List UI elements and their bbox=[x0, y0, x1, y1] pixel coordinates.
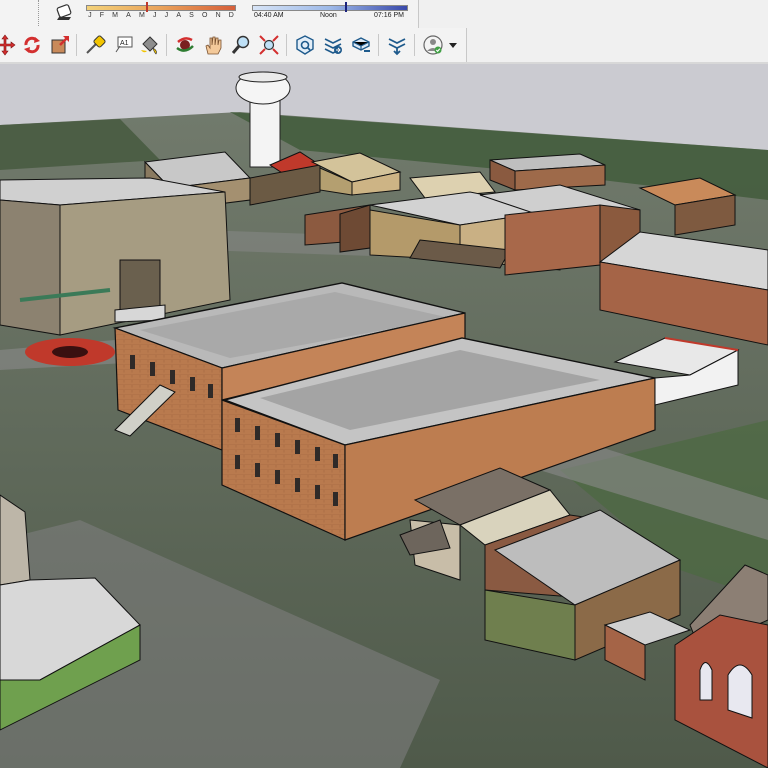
text-button[interactable]: A1 bbox=[110, 33, 136, 57]
month-label: J bbox=[153, 12, 157, 19]
extension-warehouse-icon bbox=[388, 38, 406, 56]
main-toolbar: A1 bbox=[0, 28, 467, 63]
zoom-extents-icon bbox=[259, 35, 279, 55]
building-background-center[interactable] bbox=[489, 153, 606, 191]
time-end-label: 07:16 PM bbox=[374, 12, 404, 19]
month-labels: J F M A M J J A S O N D bbox=[84, 12, 238, 19]
account-dropdown[interactable] bbox=[446, 33, 460, 57]
orbit-icon bbox=[176, 37, 194, 52]
month-label: F bbox=[99, 12, 105, 19]
extension-warehouse-button[interactable] bbox=[384, 33, 410, 57]
month-label: J bbox=[164, 12, 169, 19]
zoom-icon bbox=[231, 35, 250, 54]
time-slider[interactable]: 04:40 AM Noon 07:16 PM bbox=[250, 2, 410, 24]
get-models-icon bbox=[352, 37, 370, 52]
orbit-button[interactable] bbox=[172, 33, 198, 57]
town-model-scene[interactable] bbox=[0, 64, 768, 768]
warehouse-icon bbox=[296, 35, 314, 55]
scale-button[interactable] bbox=[47, 33, 73, 57]
date-slider-track[interactable] bbox=[86, 5, 236, 11]
time-slider-thumb[interactable] bbox=[345, 2, 347, 12]
month-label: M bbox=[139, 12, 145, 19]
time-noon-label: Noon bbox=[320, 12, 337, 19]
display-shadows-button[interactable] bbox=[53, 1, 77, 23]
move-icon bbox=[0, 34, 16, 56]
toolbar-separator bbox=[414, 34, 415, 56]
month-label: D bbox=[228, 12, 234, 19]
date-slider-thumb[interactable] bbox=[146, 2, 148, 12]
month-label: M bbox=[112, 12, 119, 19]
month-label: S bbox=[189, 12, 194, 19]
shadows-toolbar: J F M A M J J A S O N D 04:40 AM Noon 07… bbox=[0, 0, 419, 29]
warehouse-button[interactable] bbox=[292, 33, 318, 57]
tape-measure-icon bbox=[86, 35, 106, 54]
rotate-icon bbox=[24, 36, 40, 54]
pan-button[interactable] bbox=[200, 33, 226, 57]
toolbar-grip[interactable] bbox=[38, 0, 43, 26]
tape-measure-button[interactable] bbox=[82, 33, 108, 57]
month-label: A bbox=[126, 12, 131, 19]
date-slider[interactable]: J F M A M J J A S O N D bbox=[84, 2, 238, 24]
month-label: J bbox=[88, 12, 92, 19]
toolbar-separator bbox=[76, 34, 77, 56]
text-icon: A1 bbox=[115, 36, 133, 53]
share-model-button[interactable] bbox=[320, 33, 346, 57]
month-label: A bbox=[176, 12, 181, 19]
toolbar-separator bbox=[166, 34, 167, 56]
toolbar-separator bbox=[378, 34, 379, 56]
share-model-icon bbox=[324, 38, 342, 54]
map-marker-center bbox=[52, 346, 88, 358]
time-slider-track[interactable] bbox=[252, 5, 408, 11]
scale-icon bbox=[51, 36, 69, 54]
shadow-toggle-icon bbox=[56, 4, 72, 20]
rotate-button[interactable] bbox=[19, 33, 45, 57]
get-models-button[interactable] bbox=[348, 33, 374, 57]
zoom-extents-button[interactable] bbox=[256, 33, 282, 57]
toolbar-separator bbox=[286, 34, 287, 56]
user-account-icon bbox=[423, 35, 443, 55]
move-button[interactable] bbox=[0, 33, 18, 57]
text-tool-glyph: A1 bbox=[120, 40, 129, 47]
time-start-label: 04:40 AM bbox=[254, 12, 284, 19]
chevron-down-icon bbox=[449, 43, 457, 48]
pan-icon bbox=[205, 36, 222, 55]
model-viewport[interactable] bbox=[0, 64, 768, 768]
paint-bucket-icon bbox=[141, 36, 158, 55]
toolbar-area: J F M A M J J A S O N D 04:40 AM Noon 07… bbox=[0, 0, 768, 64]
paint-bucket-button[interactable] bbox=[137, 33, 163, 57]
month-label: O bbox=[201, 12, 208, 19]
month-label: N bbox=[215, 12, 221, 19]
account-button[interactable] bbox=[420, 33, 446, 57]
zoom-button[interactable] bbox=[228, 33, 254, 57]
